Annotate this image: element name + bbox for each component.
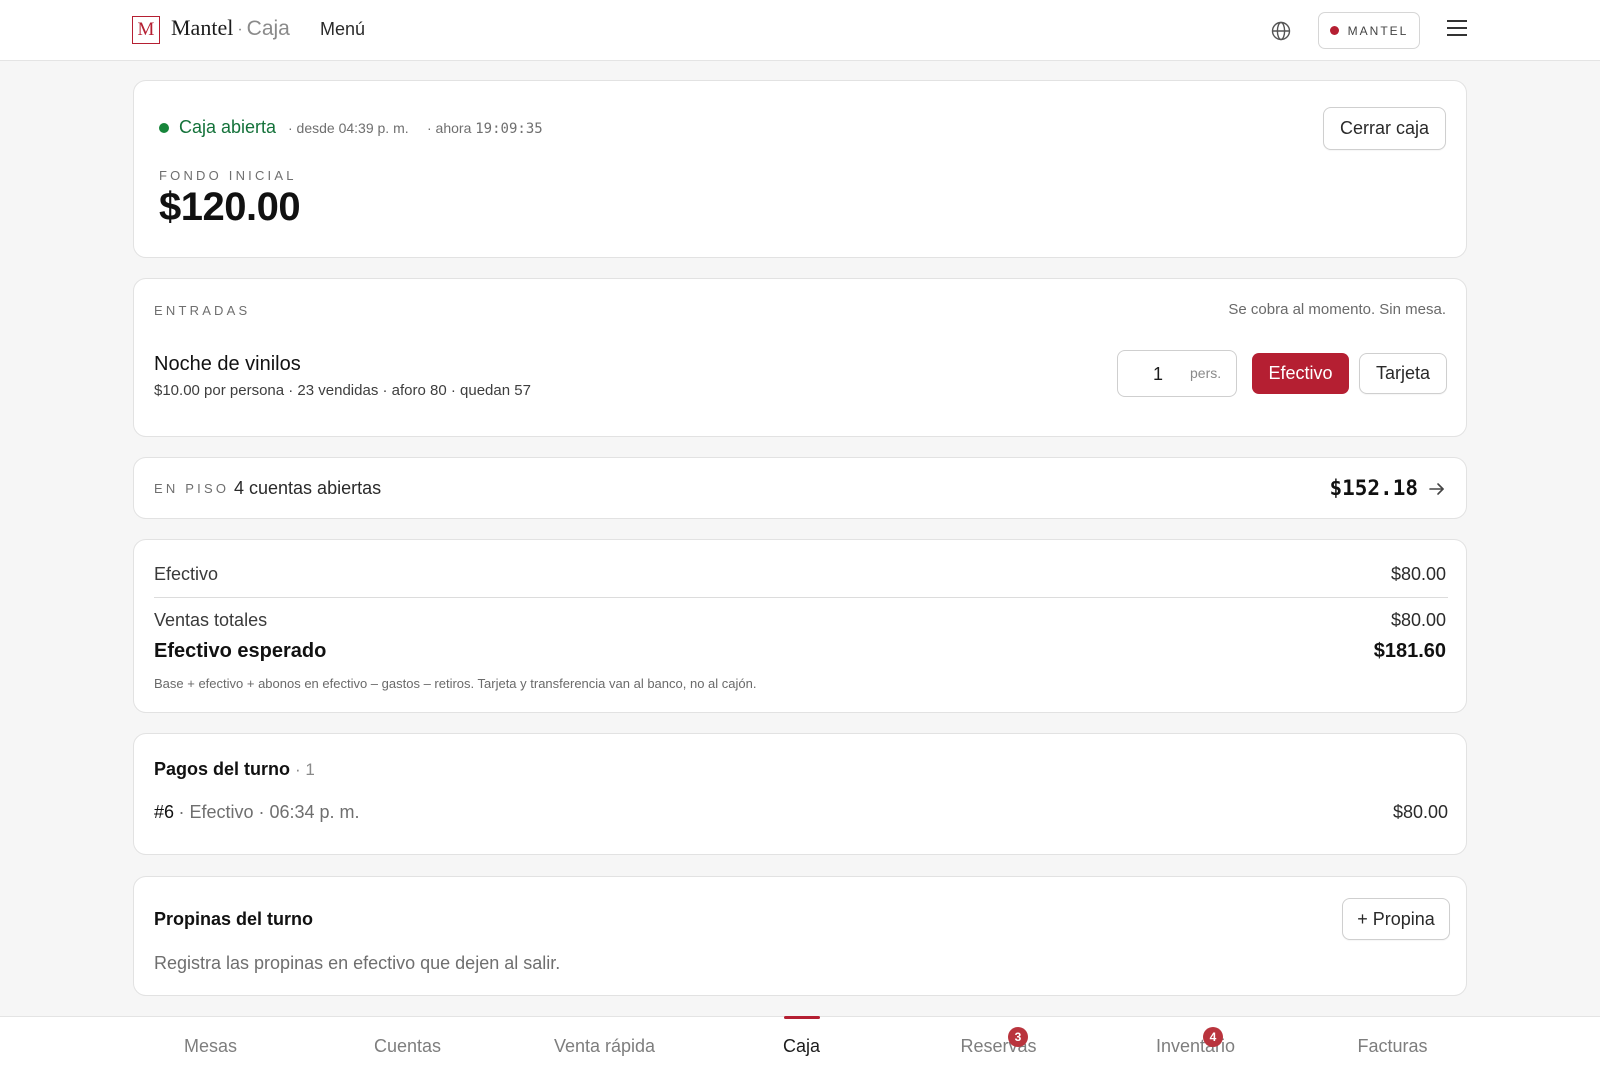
payments-title: Pagos del turno [154, 759, 291, 779]
cash-value: $80.00 [1390, 564, 1446, 584]
payment-row[interactable]: #6 · Efectivo · 06:34 p. m. $80.00 [154, 802, 1448, 828]
top-bar: M Mantel · Caja Menú MANTEL [0, 0, 1600, 61]
tips-hint: Registra las propinas en efectivo que de… [154, 953, 561, 973]
register-since: · desde 04:39 p. m. [288, 120, 409, 136]
register-clock: 19:09:35 [475, 121, 543, 137]
bottom-navigation: Mesas Cuentas Venta rápida Caja Reservas… [0, 1016, 1600, 1075]
payments-header: Pagos del turno · 1 [154, 759, 315, 780]
register-now-prefix: · ahora [427, 120, 472, 136]
add-tip-button[interactable]: + Propina [1342, 898, 1450, 940]
cash-summary-card: Efectivo $80.00 Ventas totales $80.00 Ef… [133, 539, 1467, 713]
nav-tab-label: Caja [782, 1036, 821, 1056]
cash-label: Efectivo [154, 564, 219, 584]
quantity-unit: pers. [1190, 365, 1222, 381]
shift-payments-card: Pagos del turno · 1 #6 · Efectivo · 06:3… [133, 733, 1467, 855]
language-button[interactable] [1270, 20, 1292, 42]
nav-tab-mesas[interactable]: Mesas [112, 1017, 309, 1075]
event-details: $10.00 por persona · 23 vendidas · aforo… [154, 382, 531, 399]
payment-detail: · Efectivo · 06:34 p. m. [178, 802, 360, 822]
inventario-badge: 4 [1203, 1027, 1223, 1047]
pay-card-button[interactable]: Tarjeta [1359, 353, 1447, 394]
shift-tips-card: Propinas del turno + Propina Registra la… [133, 876, 1467, 996]
payment-id: #6 [154, 802, 175, 822]
nav-tab-cuentas[interactable]: Cuentas [309, 1017, 506, 1075]
brand-logo[interactable]: M [132, 16, 160, 44]
entries-note: Se cobra al momento. Sin mesa. [1228, 301, 1446, 318]
section-name: Caja [246, 17, 290, 40]
nav-tab-label: Mesas [183, 1036, 237, 1056]
nav-tab-label: Inventario [1155, 1036, 1236, 1056]
organization-switcher[interactable]: MANTEL [1318, 12, 1420, 49]
brand-separator: · [237, 22, 243, 39]
quantity-input[interactable] [1128, 361, 1188, 387]
nav-tab-venta-rapida[interactable]: Venta rápida [506, 1017, 703, 1075]
entries-card: ENTRADAS Se cobra al momento. Sin mesa. … [133, 278, 1467, 437]
payment-amount: $80.00 [1392, 802, 1448, 822]
arrow-right-icon [1429, 483, 1444, 495]
menu-icon[interactable] [1447, 20, 1467, 38]
active-tab-indicator [783, 1016, 820, 1019]
floor-accounts-card[interactable]: EN PISO 4 cuentas abiertas $152.18 [133, 457, 1467, 519]
nav-tab-facturas[interactable]: Facturas [1294, 1017, 1491, 1075]
expected-cash-value: $181.60 [1373, 640, 1446, 662]
brand-title: Mantel · Caja [171, 15, 290, 41]
floor-total: $152.18 [1329, 476, 1418, 500]
event-title: Noche de vinilos [154, 353, 301, 375]
register-status-card: Caja abierta · desde 04:39 p. m. · ahora… [133, 80, 1467, 258]
floor-label: EN PISO [154, 481, 230, 496]
nav-tab-reservas[interactable]: Reservas 3 [900, 1017, 1097, 1075]
nav-tab-inventario[interactable]: Inventario 4 [1097, 1017, 1294, 1075]
status-indicator [159, 123, 169, 133]
sales-label: Ventas totales [154, 610, 268, 630]
expected-cash-footnote: Base + efectivo + abonos en efectivo – g… [154, 676, 757, 691]
fund-amount: $120.00 [159, 185, 301, 229]
pay-cash-button[interactable]: Efectivo [1252, 353, 1349, 394]
tips-title: Propinas del turno [154, 909, 314, 929]
logo-letter: M [137, 19, 155, 40]
fund-label: FONDO INICIAL [159, 168, 297, 183]
sales-value: $80.00 [1390, 610, 1446, 630]
expected-cash-label: Efectivo esperado [154, 640, 327, 662]
nav-tab-caja[interactable]: Caja [703, 1016, 900, 1075]
quantity-stepper[interactable]: pers. [1117, 350, 1237, 397]
register-status: Caja abierta [179, 117, 277, 137]
menu-link[interactable]: Menú [320, 19, 365, 40]
reservas-badge: 3 [1008, 1027, 1028, 1047]
summary-divider [154, 597, 1448, 598]
globe-icon [1271, 21, 1291, 41]
entries-label: ENTRADAS [154, 303, 251, 318]
open-accounts-count: 4 cuentas abiertas [234, 478, 382, 498]
org-status-dot [1329, 26, 1339, 35]
org-name: MANTEL [1347, 23, 1409, 38]
close-register-button[interactable]: Cerrar caja [1323, 107, 1446, 150]
brand-name: Mantel [171, 15, 234, 40]
nav-tab-label: Facturas [1357, 1036, 1428, 1056]
payments-count: · 1 [295, 760, 315, 779]
nav-tab-label: Venta rápida [553, 1036, 656, 1056]
register-now: · ahora 19:09:35 [427, 120, 543, 137]
nav-tab-label: Cuentas [373, 1036, 442, 1056]
